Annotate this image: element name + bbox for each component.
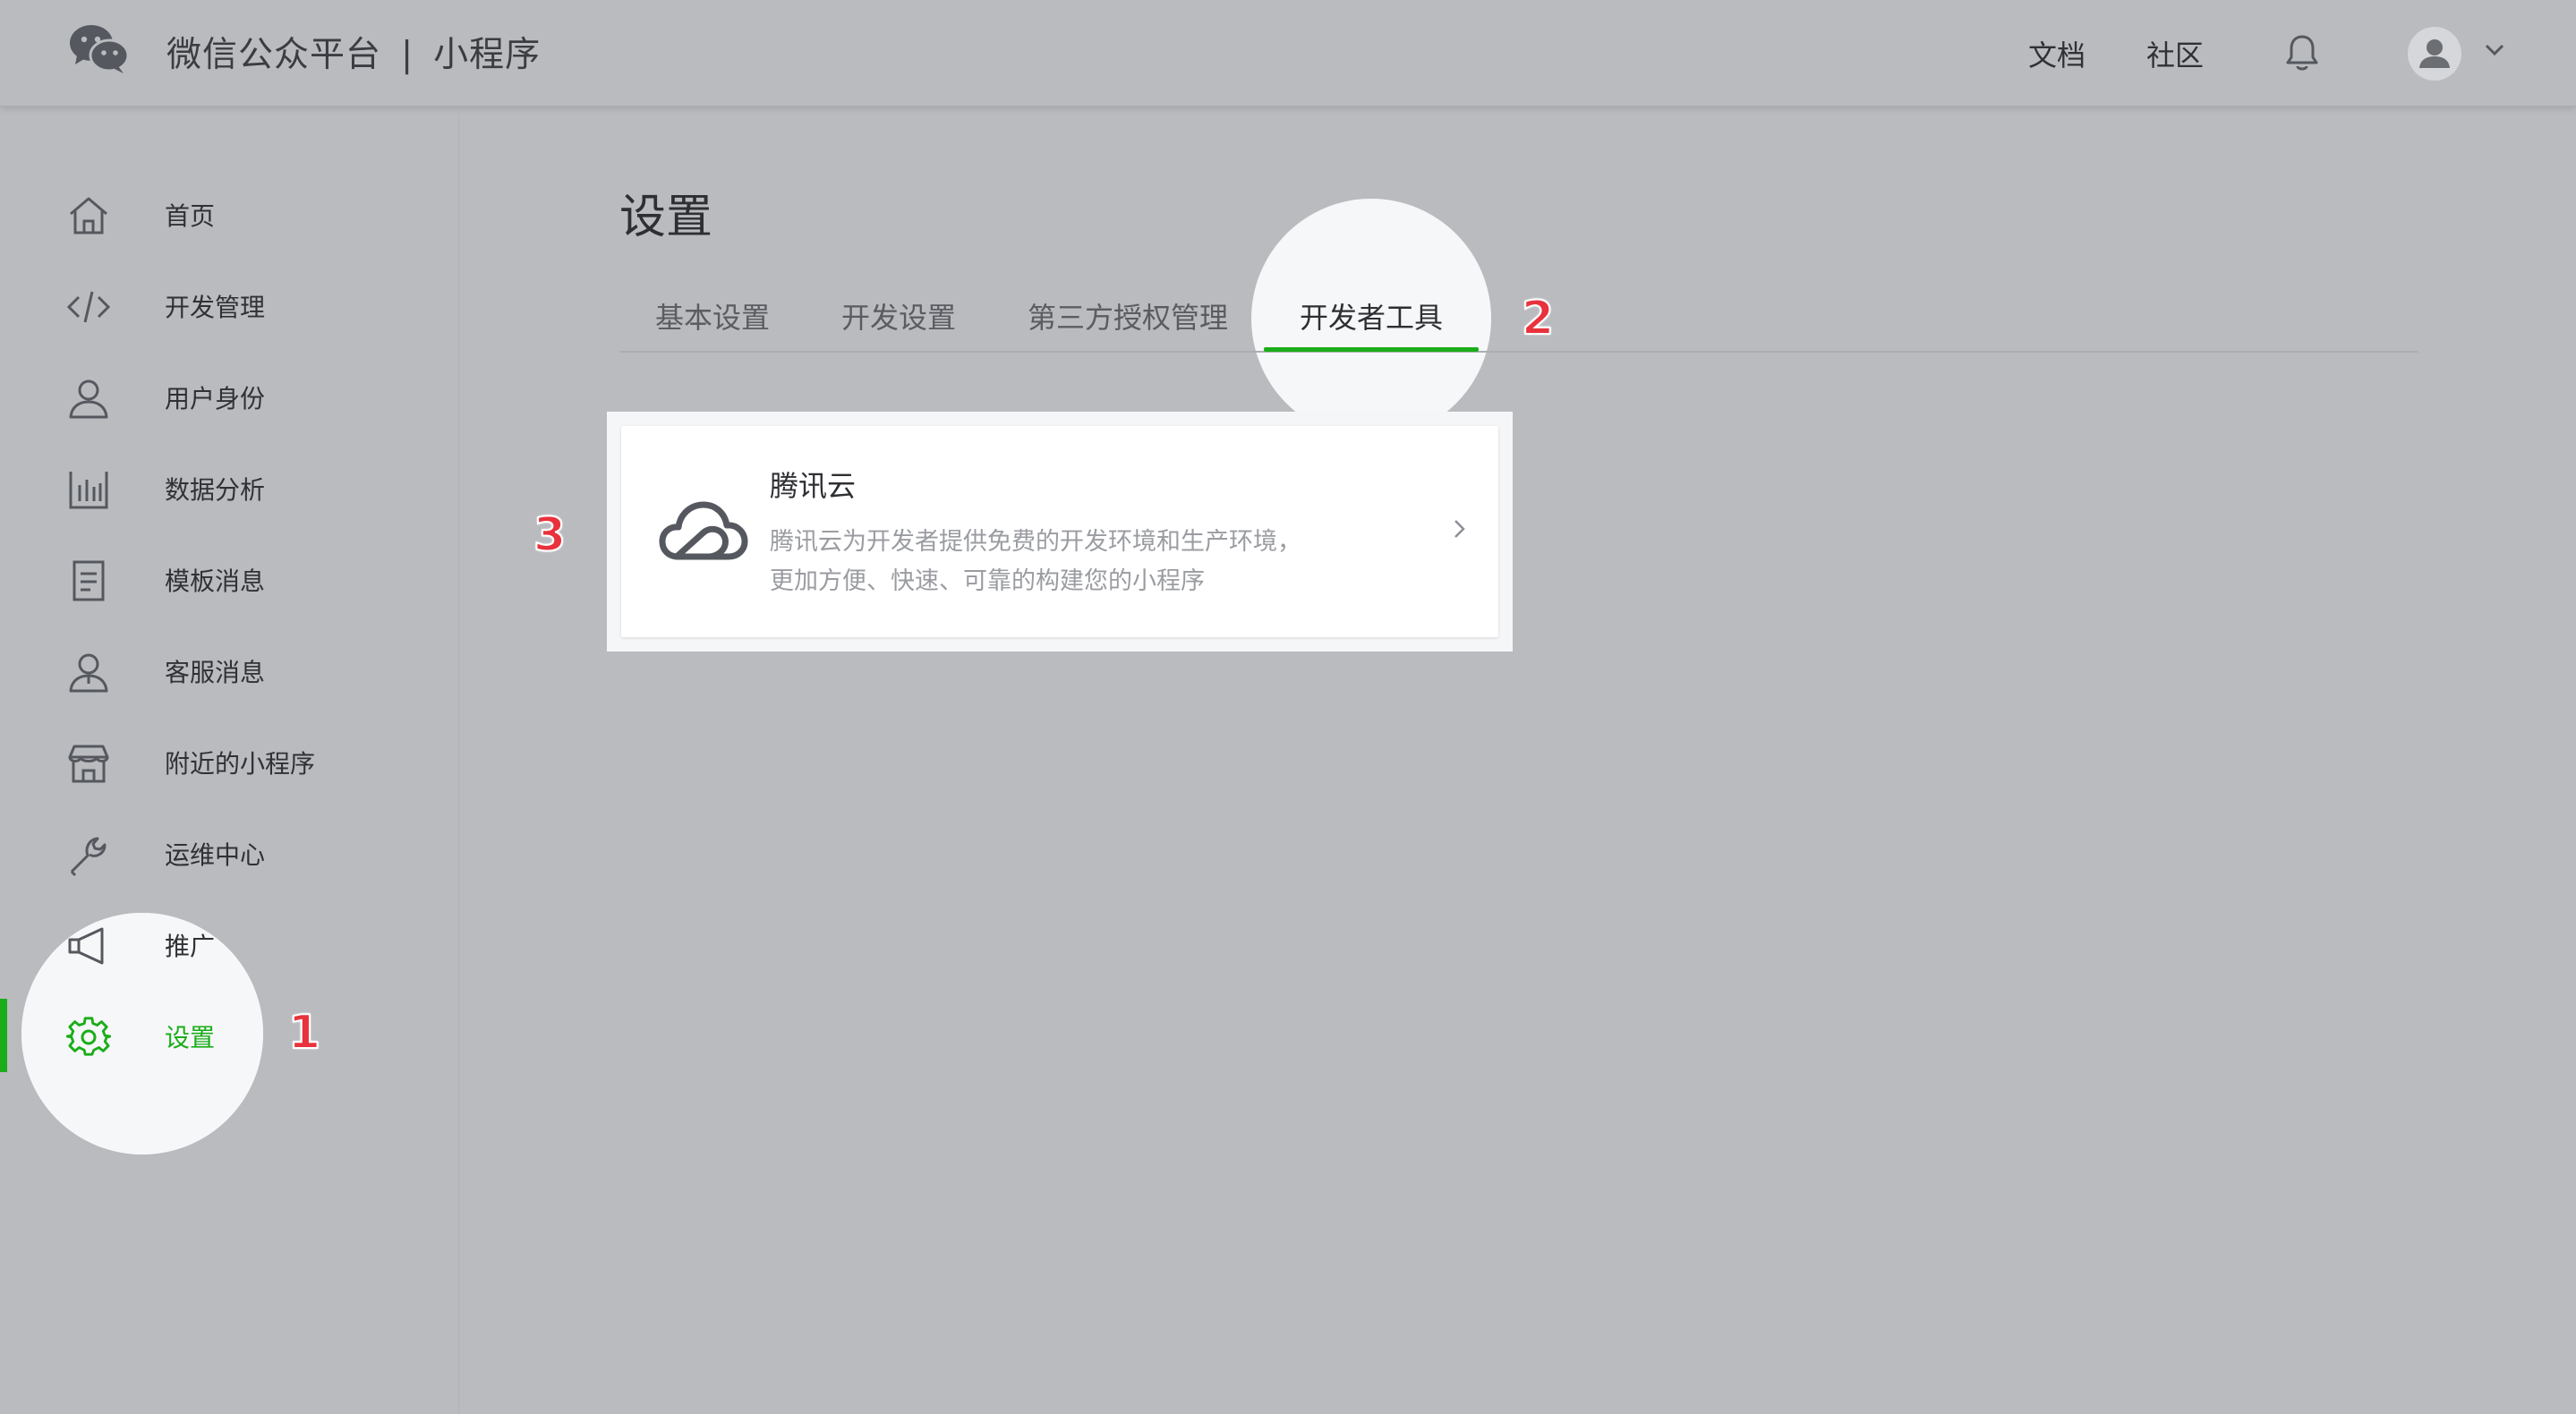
tab-basic-settings[interactable]: 基本设置 [655, 295, 770, 336]
tab-developer-tools[interactable]: 开发者工具 [1300, 295, 1443, 336]
code-icon [66, 291, 111, 323]
sidebar-item-label: 开发管理 [165, 293, 266, 322]
wechat-logo-icon[interactable] [68, 21, 131, 75]
user-avatar-icon [2419, 39, 2450, 68]
sidebar-item-label: 数据分析 [165, 475, 266, 505]
sidebar-item-label: 模板消息 [165, 566, 266, 596]
sidebar-item-nearby-miniprogram[interactable]: 附近的小程序 [0, 725, 457, 798]
card-title: 腾讯云 [770, 469, 857, 503]
cloud-icon [659, 501, 748, 560]
tab-dev-settings[interactable]: 开发设置 [841, 295, 956, 336]
sidebar-item-ops-center[interactable]: 运维中心 [0, 816, 457, 890]
sidebar-item-label: 设置 [165, 1023, 216, 1052]
sidebar-item-user-identity[interactable]: 用户身份 [0, 360, 457, 433]
step-marker-1: 1 [287, 1005, 321, 1060]
gear-icon [66, 1017, 111, 1056]
brand-separator: | [401, 35, 414, 75]
chevron-down-icon[interactable] [2479, 39, 2510, 61]
community-link[interactable]: 社区 [2146, 33, 2204, 74]
sidebar-item-data-analysis[interactable]: 数据分析 [0, 451, 457, 524]
sidebar-item-template-messages[interactable]: 模板消息 [0, 542, 457, 616]
card-description: 腾讯云为开发者提供免费的开发环境和生产环境，更加方便、快速、可靠的构建您的小程序 [770, 528, 1301, 595]
sidebar-item-settings[interactable]: 设置 [0, 999, 457, 1072]
user-icon [69, 379, 108, 419]
tencent-cloud-card[interactable]: 腾讯云 腾讯云为开发者提供免费的开发环境和生产环境，更加方便、快速、可靠的构建您… [621, 426, 1498, 637]
top-bar: 微信公众平台 | 小程序 文档 社区 [0, 0, 2576, 106]
megaphone-icon [68, 927, 104, 965]
tab-active-underline [1264, 347, 1479, 352]
page-title: 设置 [619, 191, 713, 244]
sidebar-item-dev-management[interactable]: 开发管理 [0, 268, 457, 342]
sidebar-item-label: 运维中心 [165, 840, 266, 870]
brand-title[interactable]: 微信公众平台 | 小程序 [166, 27, 541, 77]
bell-icon[interactable] [2284, 33, 2320, 72]
sidebar-item-customer-service[interactable]: 客服消息 [0, 634, 457, 707]
customer-service-icon [69, 653, 108, 693]
brand-name: 微信公众平台 [166, 35, 382, 75]
brand-product: 小程序 [433, 35, 542, 75]
sidebar-item-home[interactable]: 首页 [0, 177, 457, 251]
store-icon [68, 745, 109, 783]
bar-chart-icon [69, 472, 108, 509]
wrench-icon [70, 837, 107, 877]
sidebar-item-label: 附近的小程序 [165, 749, 316, 779]
chevron-right-icon [1454, 520, 1465, 538]
sidebar-item-label: 首页 [165, 201, 216, 231]
user-avatar[interactable] [2408, 27, 2461, 81]
home-icon [70, 197, 107, 234]
sidebar-item-promotion[interactable]: 推广 [0, 907, 457, 981]
step-marker-3: 3 [533, 507, 567, 563]
tab-bar: 基本设置 开发设置 第三方授权管理 开发者工具 [619, 290, 2418, 353]
sidebar-item-label: 推广 [165, 932, 216, 961]
sidebar-item-label: 用户身份 [165, 384, 266, 413]
document-icon [73, 560, 105, 601]
docs-link[interactable]: 文档 [2028, 33, 2086, 74]
step-marker-2: 2 [1521, 291, 1555, 346]
sidebar-item-label: 客服消息 [165, 658, 266, 687]
tab-third-party-auth[interactable]: 第三方授权管理 [1028, 295, 1228, 336]
